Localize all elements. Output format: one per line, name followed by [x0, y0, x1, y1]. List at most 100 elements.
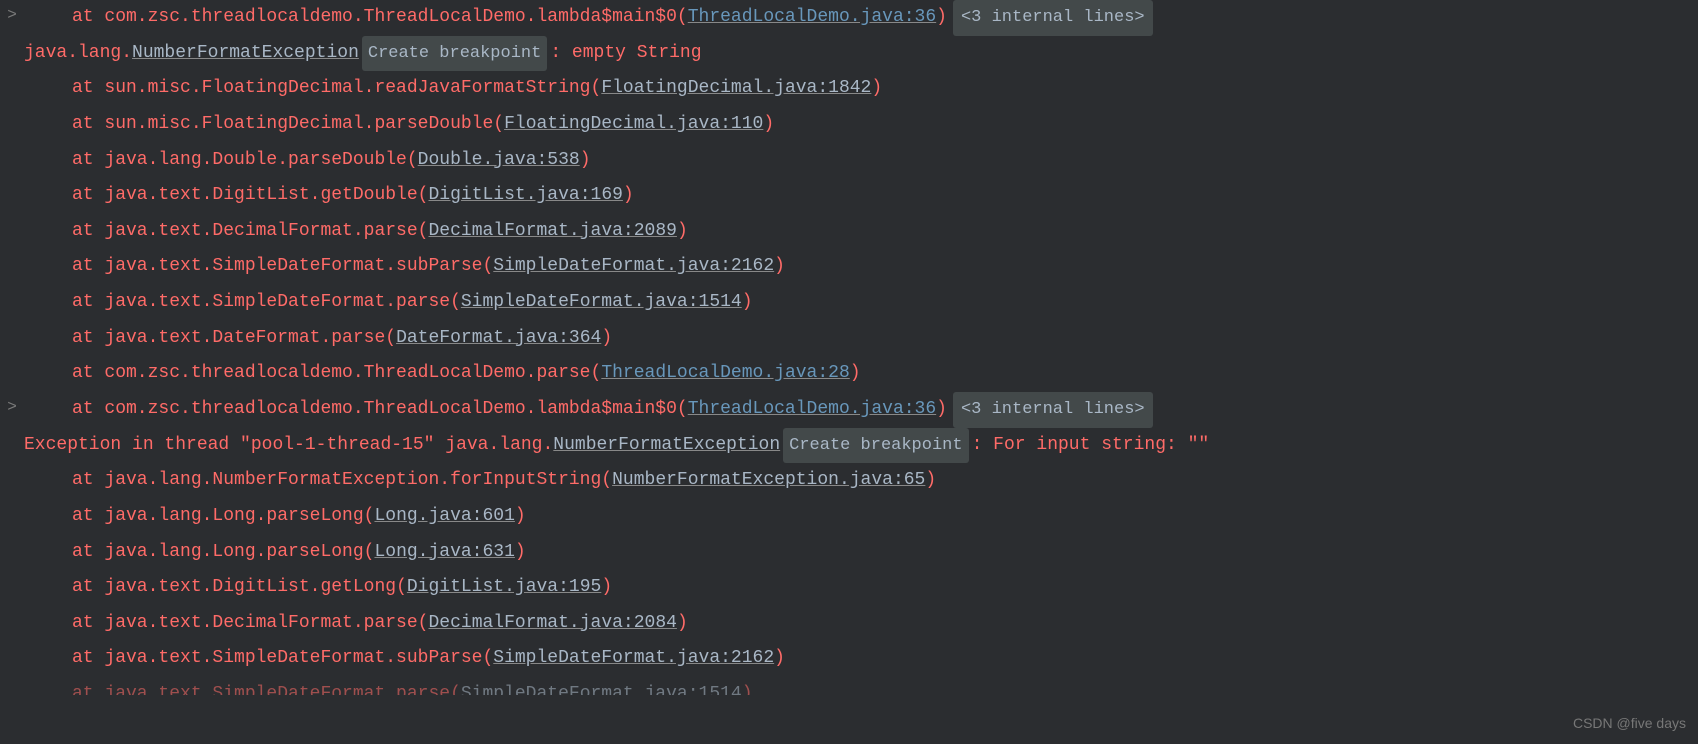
- close-paren: ): [774, 256, 785, 276]
- at-keyword: at: [72, 470, 104, 490]
- create-breakpoint-button[interactable]: Create breakpoint: [362, 36, 547, 72]
- open-paren: (: [482, 648, 493, 668]
- method-path: java.lang.Long.parseLong: [104, 542, 363, 562]
- expand-chevron-icon[interactable]: >: [4, 0, 20, 32]
- source-link[interactable]: FloatingDecimal.java:1842: [601, 78, 871, 98]
- close-paren: ): [601, 328, 612, 348]
- open-paren: (: [591, 363, 602, 383]
- source-link[interactable]: FloatingDecimal.java:110: [504, 114, 763, 134]
- method-path: sun.misc.FloatingDecimal.readJavaFormatS…: [104, 78, 590, 98]
- stack-line: at java.text.DigitList.getDouble(DigitLi…: [0, 178, 1698, 214]
- at-keyword: at: [72, 399, 104, 419]
- source-link[interactable]: DecimalFormat.java:2089: [428, 221, 676, 241]
- close-paren: ): [742, 292, 753, 312]
- source-link[interactable]: Long.java:631: [374, 542, 514, 562]
- source-link[interactable]: DigitList.java:195: [407, 577, 601, 597]
- source-link[interactable]: SimpleDateFormat.java:1514: [461, 292, 742, 312]
- source-link[interactable]: ThreadLocalDemo.java:28: [601, 363, 849, 383]
- at-keyword: at: [72, 150, 104, 170]
- source-link[interactable]: Double.java:538: [418, 150, 580, 170]
- source-link[interactable]: DigitList.java:169: [428, 185, 622, 205]
- stack-line: at sun.misc.FloatingDecimal.parseDouble(…: [0, 107, 1698, 143]
- exception-class-link[interactable]: NumberFormatException: [132, 43, 359, 63]
- method-path: java.text.DecimalFormat.parse: [104, 613, 417, 633]
- stack-line: at java.lang.Double.parseDouble(Double.j…: [0, 143, 1698, 179]
- at-keyword: at: [72, 328, 104, 348]
- close-paren: ): [850, 363, 861, 383]
- source-link[interactable]: SimpleDateFormat.java:2162: [493, 648, 774, 668]
- open-paren: (: [385, 328, 396, 348]
- close-paren: ): [515, 542, 526, 562]
- at-keyword: at: [72, 221, 104, 241]
- source-link[interactable]: ThreadLocalDemo.java:36: [688, 7, 936, 27]
- source-link[interactable]: SimpleDateFormat.java:2162: [493, 256, 774, 276]
- source-link[interactable]: DecimalFormat.java:2084: [428, 613, 676, 633]
- console-output[interactable]: >at com.zsc.threadlocaldemo.ThreadLocalD…: [0, 0, 1698, 695]
- stack-line: at sun.misc.FloatingDecimal.readJavaForm…: [0, 71, 1698, 107]
- at-keyword: at: [72, 114, 104, 134]
- exception-prefix: java.lang.: [24, 43, 132, 63]
- source-link[interactable]: SimpleDateFormat.java:1514: [461, 684, 742, 695]
- method-path: java.lang.NumberFormatException.forInput…: [104, 470, 601, 490]
- stack-line: Exception in thread "pool-1-thread-15" j…: [0, 428, 1698, 464]
- close-paren: ): [580, 150, 591, 170]
- stack-line: at java.text.SimpleDateFormat.subParse(S…: [0, 249, 1698, 285]
- close-paren: ): [763, 114, 774, 134]
- stack-line: at java.lang.Long.parseLong(Long.java:63…: [0, 535, 1698, 571]
- watermark: CSDN @five days: [1573, 710, 1686, 738]
- source-link[interactable]: ThreadLocalDemo.java:36: [688, 399, 936, 419]
- at-keyword: at: [72, 577, 104, 597]
- stack-line: at java.text.SimpleDateFormat.parse(Simp…: [0, 285, 1698, 321]
- method-path: java.text.SimpleDateFormat.parse: [104, 292, 450, 312]
- create-breakpoint-button[interactable]: Create breakpoint: [783, 428, 968, 464]
- method-path: java.text.DigitList.getDouble: [104, 185, 417, 205]
- method-path: java.text.SimpleDateFormat.subParse: [104, 256, 482, 276]
- open-paren: (: [364, 506, 375, 526]
- method-path: java.lang.Double.parseDouble: [104, 150, 406, 170]
- at-keyword: at: [72, 78, 104, 98]
- stack-line: at java.text.SimpleDateFormat.parse(Simp…: [0, 677, 1698, 695]
- close-paren: ): [515, 506, 526, 526]
- stack-line: >at com.zsc.threadlocaldemo.ThreadLocalD…: [0, 392, 1698, 428]
- method-path: com.zsc.threadlocaldemo.ThreadLocalDemo.…: [104, 363, 590, 383]
- close-paren: ): [936, 399, 947, 419]
- method-path: java.lang.Long.parseLong: [104, 506, 363, 526]
- method-path: java.text.DigitList.getLong: [104, 577, 396, 597]
- open-paren: (: [591, 78, 602, 98]
- source-link[interactable]: Long.java:601: [374, 506, 514, 526]
- exception-message: : For input string: "": [972, 435, 1210, 455]
- folded-frames-badge[interactable]: <3 internal lines>: [953, 0, 1153, 36]
- close-paren: ): [936, 7, 947, 27]
- at-keyword: at: [72, 7, 104, 27]
- exception-prefix: Exception in thread "pool-1-thread-15" j…: [24, 435, 553, 455]
- close-paren: ): [677, 221, 688, 241]
- method-path: java.text.SimpleDateFormat.parse: [104, 684, 450, 695]
- close-paren: ): [623, 185, 634, 205]
- method-path: java.text.DateFormat.parse: [104, 328, 385, 348]
- source-link[interactable]: NumberFormatException.java:65: [612, 470, 925, 490]
- open-paren: (: [418, 185, 429, 205]
- open-paren: (: [677, 7, 688, 27]
- method-path: java.text.DecimalFormat.parse: [104, 221, 417, 241]
- stack-line: at java.text.DateFormat.parse(DateFormat…: [0, 321, 1698, 357]
- stack-line: at com.zsc.threadlocaldemo.ThreadLocalDe…: [0, 356, 1698, 392]
- source-link[interactable]: DateFormat.java:364: [396, 328, 601, 348]
- exception-class-link[interactable]: NumberFormatException: [553, 435, 780, 455]
- method-path: com.zsc.threadlocaldemo.ThreadLocalDemo.…: [104, 7, 677, 27]
- expand-chevron-icon[interactable]: >: [4, 392, 20, 424]
- close-paren: ): [677, 613, 688, 633]
- at-keyword: at: [72, 613, 104, 633]
- stack-line: at java.text.DigitList.getLong(DigitList…: [0, 570, 1698, 606]
- open-paren: (: [407, 150, 418, 170]
- close-paren: ): [774, 648, 785, 668]
- stack-line: at java.lang.Long.parseLong(Long.java:60…: [0, 499, 1698, 535]
- folded-frames-badge[interactable]: <3 internal lines>: [953, 392, 1153, 428]
- close-paren: ): [742, 684, 753, 695]
- at-keyword: at: [72, 648, 104, 668]
- open-paren: (: [601, 470, 612, 490]
- open-paren: (: [450, 684, 461, 695]
- stack-line: at java.text.DecimalFormat.parse(Decimal…: [0, 214, 1698, 250]
- exception-message: : empty String: [550, 43, 701, 63]
- stack-line: java.lang.NumberFormatExceptionCreate br…: [0, 36, 1698, 72]
- stack-line: at java.text.SimpleDateFormat.subParse(S…: [0, 641, 1698, 677]
